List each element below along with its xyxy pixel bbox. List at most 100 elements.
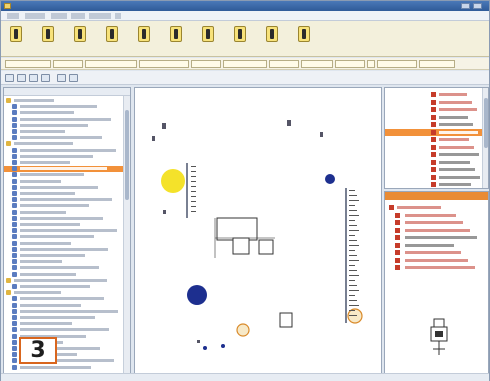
- tree-row[interactable]: [4, 308, 130, 315]
- tool-button[interactable]: [229, 24, 251, 54]
- link-button[interactable]: [85, 60, 137, 68]
- tree-row[interactable]: [4, 222, 130, 228]
- list-row[interactable]: [385, 114, 485, 121]
- property-row[interactable]: [385, 204, 485, 211]
- tree-row[interactable]: [4, 135, 130, 141]
- cut-icon[interactable]: [41, 74, 50, 82]
- menu-item[interactable]: [71, 13, 85, 19]
- component-box[interactable]: [232, 237, 250, 255]
- tool-button[interactable]: [69, 24, 91, 54]
- yellow-node[interactable]: [161, 169, 185, 193]
- tree-row[interactable]: [4, 116, 130, 123]
- list-row[interactable]: [385, 181, 485, 188]
- component-box[interactable]: [279, 312, 293, 328]
- list-row[interactable]: [385, 166, 485, 173]
- tree-row[interactable]: [4, 315, 130, 321]
- list-row[interactable]: [385, 151, 485, 158]
- tree-row[interactable]: [4, 321, 130, 327]
- tree-row[interactable]: [4, 166, 130, 173]
- menu-item[interactable]: [89, 13, 111, 19]
- blue-node[interactable]: [187, 285, 207, 305]
- tree-row[interactable]: [4, 110, 130, 116]
- menu-item[interactable]: [25, 13, 45, 19]
- tool-button[interactable]: [197, 24, 219, 54]
- tree-row[interactable]: [4, 172, 130, 178]
- tree-row[interactable]: [4, 129, 130, 135]
- tree-row[interactable]: [4, 98, 130, 104]
- menu-item[interactable]: [115, 13, 121, 19]
- scrollbar-thumb[interactable]: [484, 98, 488, 148]
- link-button[interactable]: [53, 60, 83, 68]
- close-button[interactable]: [473, 3, 482, 9]
- tool-button[interactable]: [261, 24, 283, 54]
- list-row[interactable]: [385, 121, 485, 128]
- tree-row[interactable]: [4, 147, 130, 154]
- property-row[interactable]: [385, 264, 485, 271]
- orange-node[interactable]: [236, 323, 250, 337]
- list-row[interactable]: [385, 174, 485, 181]
- blue-node-small[interactable]: [325, 174, 335, 184]
- tree-row[interactable]: [4, 178, 130, 185]
- list-row[interactable]: [385, 128, 485, 136]
- link-button[interactable]: [367, 60, 375, 68]
- tree-row[interactable]: [4, 265, 130, 271]
- link-button[interactable]: [377, 60, 417, 68]
- property-row[interactable]: [385, 212, 485, 219]
- copy-icon[interactable]: [57, 74, 66, 82]
- link-button[interactable]: [139, 60, 189, 68]
- list-row[interactable]: [385, 136, 485, 143]
- list-scrollbar[interactable]: [482, 88, 488, 188]
- tree-row[interactable]: [4, 364, 130, 371]
- tree-row[interactable]: [4, 296, 130, 302]
- tree-row[interactable]: [4, 197, 130, 203]
- link-button[interactable]: [191, 60, 221, 68]
- tree-row[interactable]: [4, 253, 130, 259]
- link-button[interactable]: [419, 60, 455, 68]
- tree-row[interactable]: [4, 234, 130, 240]
- tree-row[interactable]: [4, 191, 130, 197]
- schematic-canvas[interactable]: [134, 87, 382, 374]
- tree-row[interactable]: [4, 104, 130, 110]
- link-button[interactable]: [301, 60, 333, 68]
- tool-button[interactable]: [5, 24, 27, 54]
- tree-row[interactable]: [4, 271, 130, 278]
- list-row[interactable]: [385, 106, 485, 113]
- property-row[interactable]: [385, 257, 485, 264]
- component-box[interactable]: [258, 239, 274, 255]
- tree-row[interactable]: [4, 290, 130, 296]
- link-button[interactable]: [335, 60, 365, 68]
- tree-row[interactable]: [4, 153, 130, 160]
- component-box[interactable]: [216, 217, 258, 241]
- tree-row[interactable]: [4, 327, 130, 333]
- tree-row[interactable]: [4, 203, 130, 209]
- tree-scrollbar[interactable]: [123, 96, 130, 373]
- list-row[interactable]: [385, 144, 485, 151]
- link-button[interactable]: [223, 60, 267, 68]
- property-row[interactable]: [385, 227, 485, 234]
- tool-button[interactable]: [101, 24, 123, 54]
- property-row[interactable]: [385, 249, 485, 256]
- tree-row[interactable]: [4, 215, 130, 222]
- tree-row[interactable]: [4, 209, 130, 216]
- tree-row[interactable]: [4, 284, 130, 290]
- link-button[interactable]: [5, 60, 51, 68]
- property-row[interactable]: [385, 234, 485, 241]
- tree-row[interactable]: [4, 141, 130, 147]
- paste-icon[interactable]: [69, 74, 78, 82]
- open-icon[interactable]: [17, 74, 26, 82]
- tool-button[interactable]: [293, 24, 315, 54]
- tree-row[interactable]: [4, 246, 130, 253]
- tool-button[interactable]: [133, 24, 155, 54]
- tree-row[interactable]: [4, 228, 130, 234]
- tree-row[interactable]: [4, 259, 130, 265]
- property-row[interactable]: [385, 242, 485, 249]
- tool-button[interactable]: [165, 24, 187, 54]
- tree-row[interactable]: [4, 184, 130, 191]
- tree-row[interactable]: [4, 302, 130, 309]
- new-icon[interactable]: [5, 74, 14, 82]
- list-row[interactable]: [385, 159, 485, 166]
- list-row[interactable]: [385, 91, 485, 98]
- menu-item[interactable]: [51, 13, 67, 19]
- minimize-button[interactable]: [461, 3, 470, 9]
- scrollbar-thumb[interactable]: [125, 110, 129, 200]
